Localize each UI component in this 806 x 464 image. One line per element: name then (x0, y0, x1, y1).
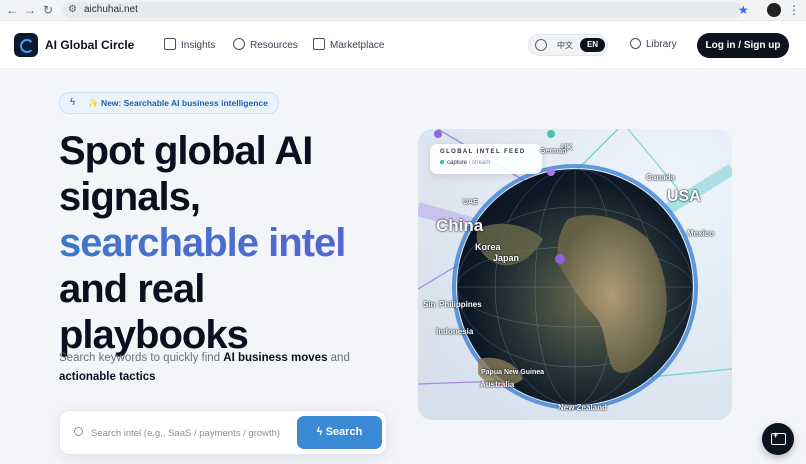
hero-headline: Spot global AI signals, searchable intel… (59, 128, 419, 358)
subtitle-text-2: and (327, 352, 350, 364)
bookmark-star-icon[interactable]: ★ (738, 2, 749, 18)
nav-resources[interactable]: Resources (233, 38, 298, 51)
back-icon[interactable]: ← (4, 2, 20, 18)
label-papua-new-guinea: Papua New Guinea (481, 369, 545, 376)
nav-marketplace[interactable]: Marketplace (313, 38, 384, 51)
user-icon (630, 38, 641, 49)
library-link[interactable]: Library (630, 38, 677, 50)
new-feature-badge[interactable]: ϟ ✨ New: Searchable AI business intellig… (59, 92, 279, 114)
search-bar: Search intel (e.g., SaaS / payments / gr… (59, 410, 387, 455)
search-button-label: Search (325, 426, 363, 438)
feed-capture: capture (447, 160, 468, 166)
label-australia: Australia (480, 380, 515, 389)
label-philippines: Philippines (439, 300, 482, 309)
chat-button[interactable]: + (762, 423, 794, 455)
live-dot-icon (440, 160, 444, 164)
address-bar[interactable]: ⚙ aichuhai.net (62, 2, 742, 18)
plus-icon: + (773, 430, 779, 440)
browser-toolbar: ← → ↻ ⚙ aichuhai.net ★ ⋮ (0, 0, 806, 21)
reload-icon[interactable]: ↻ (40, 2, 56, 18)
login-signup-button[interactable]: Log in / Sign up (697, 33, 789, 58)
site-header: AI Global Circle Insights Resources Mark… (0, 21, 806, 69)
nav-insights[interactable]: Insights (164, 38, 215, 51)
label-canada: Canada (646, 173, 675, 182)
headline-line-3: and real (59, 267, 205, 311)
label-singapore: Sin (423, 300, 436, 309)
feed-title: GLOBAL INTEL FEED (440, 149, 526, 155)
label-mexico: Mexico (687, 229, 715, 238)
nav-resources-label: Resources (250, 40, 298, 51)
hero-subtitle: Search keywords to quickly find AI busin… (59, 349, 359, 387)
url-text: aichuhai.net (84, 4, 138, 15)
bolt-icon: ϟ (70, 97, 76, 108)
label-germany: German (540, 148, 567, 155)
label-korea: Korea (475, 242, 501, 252)
badge-text: ✨ New: Searchable AI business intelligen… (88, 98, 268, 108)
globe-icon (233, 38, 245, 50)
feed-separator: / (468, 160, 471, 166)
lang-zh[interactable]: 中文 (557, 40, 573, 51)
label-uae: UAE (463, 199, 478, 206)
search-input[interactable]: Search intel (e.g., SaaS / payments / gr… (91, 428, 280, 439)
library-label: Library (646, 39, 677, 50)
headline-line-2: signals, (59, 175, 201, 219)
subtitle-bold-2: actionable tactics (59, 371, 156, 383)
search-button[interactable]: ϟ Search (297, 416, 382, 449)
label-new-zealand: New Zealand (558, 403, 607, 412)
subtitle-text-1: Search keywords to quickly find (59, 352, 224, 364)
store-icon (313, 38, 325, 50)
forward-icon[interactable]: → (22, 2, 38, 18)
nav-marketplace-label: Marketplace (330, 40, 385, 51)
intel-feed-card: GLOBAL INTEL FEED capture / stream (430, 144, 542, 174)
subtitle-bold-1: AI business moves (223, 352, 328, 364)
language-switcher[interactable]: 中文 EN (528, 34, 608, 56)
more-menu-icon[interactable]: ⋮ (788, 2, 800, 18)
label-japan: Japan (493, 253, 520, 263)
feed-status: capture / stream (440, 160, 490, 166)
lang-en[interactable]: EN (580, 38, 605, 52)
headline-accent: searchable intel (59, 220, 419, 266)
grid-icon (164, 38, 176, 50)
nav-insights-label: Insights (181, 40, 216, 51)
logo-icon[interactable] (14, 33, 38, 57)
headline-line-1: Spot global AI (59, 129, 313, 173)
profile-avatar[interactable] (767, 3, 781, 17)
label-indonesia: Indonesia (436, 327, 474, 336)
site-info-icon[interactable]: ⚙ (68, 2, 77, 18)
logo-text[interactable]: AI Global Circle (45, 38, 134, 52)
label-china: China (436, 216, 484, 235)
theme-icon[interactable] (535, 39, 547, 51)
feed-stream: stream (472, 160, 491, 166)
search-icon (74, 427, 83, 436)
label-usa: USA (667, 188, 701, 205)
